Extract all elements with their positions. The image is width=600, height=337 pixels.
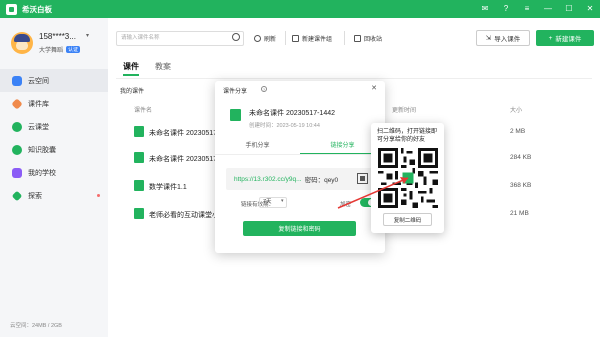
toolbar-divider	[285, 31, 286, 45]
storage-usage: 云空间：24MB / 2GB	[10, 323, 62, 329]
divider	[116, 78, 592, 79]
sidebar-item-cloud[interactable]: 云空间	[0, 69, 108, 92]
chevron-down-icon[interactable]: ▾	[86, 32, 89, 39]
sidebar-item-label: 课件库	[28, 100, 49, 108]
maximize-icon[interactable]: ☐	[563, 2, 575, 14]
trash-icon	[354, 34, 361, 42]
classroom-icon	[12, 121, 22, 132]
app-logo-icon	[6, 3, 17, 15]
share-link-password: 密码：qey0	[304, 177, 339, 184]
import-button[interactable]: ⇲ 导入课件	[476, 30, 530, 46]
cloud-icon	[12, 75, 22, 86]
qr-code-popup: 扫二维码，打开链接即可分享给你的好友 复制二维码	[371, 123, 444, 233]
capsule-icon	[12, 144, 22, 155]
org-label: 大学舞蹈	[39, 48, 64, 54]
app-title: 希沃白板	[22, 4, 52, 14]
sidebar-item-label: 云课堂	[28, 123, 49, 131]
new-courseware-button[interactable]: + 新建课件	[536, 30, 594, 46]
section-title: 我的课件	[120, 89, 145, 95]
qr-code-image	[378, 148, 438, 208]
search-input[interactable]: 请输入课件名称	[116, 31, 244, 46]
recycle-bin-button[interactable]: 回收站	[354, 32, 382, 44]
file-name: 未命名课件 20230517	[149, 156, 218, 163]
share-link-url: https://13.r302.cc/y9q...	[234, 175, 302, 183]
sidebar-item-label: 我的学校	[28, 169, 56, 177]
sidebar-item-label: 知识胶囊	[28, 146, 56, 154]
avatar[interactable]	[11, 32, 33, 54]
import-icon: ⇲	[485, 35, 492, 42]
column-header-name[interactable]: 课件名	[134, 105, 152, 114]
sidebar-item-label: 探索	[28, 192, 42, 200]
gem-icon	[11, 97, 23, 110]
help-circle-icon[interactable]: ?	[261, 86, 267, 92]
verified-badge: 认证	[66, 46, 81, 53]
refresh-button[interactable]: 刷新	[254, 32, 276, 44]
search-icon[interactable]	[232, 33, 240, 41]
help-icon[interactable]: ?	[500, 2, 512, 14]
dialog-title: 课件分享	[223, 89, 248, 95]
file-size: 284 KB	[510, 154, 532, 161]
sidebar-item-classroom[interactable]: 云课堂	[0, 115, 108, 138]
active-tab-indicator	[123, 74, 139, 76]
close-icon[interactable]: ✕	[584, 2, 596, 14]
sidebar-item-library[interactable]: 课件库	[0, 92, 108, 115]
notification-dot	[97, 194, 100, 197]
shared-file-name: 未命名课件 20230517-1442	[249, 110, 335, 117]
courseware-file-icon	[134, 208, 144, 219]
folder-plus-icon	[292, 34, 299, 42]
file-name: 数学课件1.1	[149, 184, 187, 191]
content-tabs: 课件 教案	[123, 61, 171, 72]
courseware-file-icon	[134, 180, 144, 191]
file-size: 2 MB	[510, 128, 526, 135]
share-dialog: 课件分享 ? ✕ 未命名课件 20230517-1442 创建时间：2023-0…	[215, 81, 385, 253]
file-name: 老师必看的互动课堂小	[149, 212, 219, 219]
title-bar: 希沃白板 ✉ ? ≡ — ☐ ✕	[0, 0, 600, 18]
encrypt-label: 加密	[340, 202, 352, 208]
school-icon	[12, 167, 22, 178]
menu-icon[interactable]: ≡	[521, 2, 533, 14]
copy-qr-button[interactable]: 复制二维码	[383, 213, 432, 226]
file-size: 21 MB	[510, 210, 529, 217]
close-icon[interactable]: ✕	[371, 84, 377, 92]
tab-lesson-plan[interactable]: 教案	[155, 61, 171, 72]
share-link-box[interactable]: https://13.r302.cc/y9q... 密码：qey0	[226, 168, 376, 190]
courseware-file-icon	[134, 126, 144, 137]
file-name: 未命名课件 20230517	[149, 130, 218, 137]
user-org: 大学舞蹈 认证	[39, 45, 81, 54]
plus-icon: +	[548, 34, 553, 42]
chevron-down-icon[interactable]: ▾	[281, 198, 284, 204]
window-controls: ✉ ? ≡ — ☐ ✕	[479, 2, 596, 14]
qr-instructions: 扫二维码，打开链接即可分享给你的好友	[377, 129, 438, 143]
shared-file-date: 创建时间：2023-05-19 10:44	[249, 123, 320, 129]
tab-courseware[interactable]: 课件	[123, 61, 139, 72]
courseware-file-icon	[134, 152, 144, 163]
sidebar-item-explore[interactable]: 探索	[0, 184, 108, 207]
sidebar-item-capsule[interactable]: 知识胶囊	[0, 138, 108, 161]
refresh-icon	[254, 34, 261, 42]
sidebar-item-school[interactable]: 我的学校	[0, 161, 108, 184]
sidebar-nav: 云空间 课件库 云课堂 知识胶囊 我的学校 探索	[0, 69, 108, 207]
share-tabs: 手机分享 链接分享	[215, 140, 385, 154]
username[interactable]: 158****3...	[39, 32, 76, 41]
minimize-icon[interactable]: —	[542, 2, 554, 14]
sidebar-item-label: 云空间	[28, 77, 49, 85]
qr-code-icon[interactable]	[357, 173, 368, 184]
sidebar: 158****3... ▾ 大学舞蹈 认证 云空间 课件库 云课堂 知识胶囊 我…	[0, 18, 108, 337]
toolbar-divider	[344, 31, 345, 45]
rocket-icon	[11, 190, 23, 201]
copy-link-button[interactable]: 复制链接和密码	[243, 221, 356, 236]
feedback-icon[interactable]: ✉	[479, 2, 491, 14]
divider	[215, 154, 385, 155]
column-header-updated[interactable]: 更新时间	[392, 105, 416, 114]
courseware-file-icon	[230, 109, 241, 121]
column-header-size[interactable]: 大小	[510, 105, 522, 114]
file-size: 368 KB	[510, 182, 532, 189]
new-group-button[interactable]: 新建课件组	[292, 32, 332, 44]
tab-mobile-share[interactable]: 手机分享	[215, 140, 300, 154]
